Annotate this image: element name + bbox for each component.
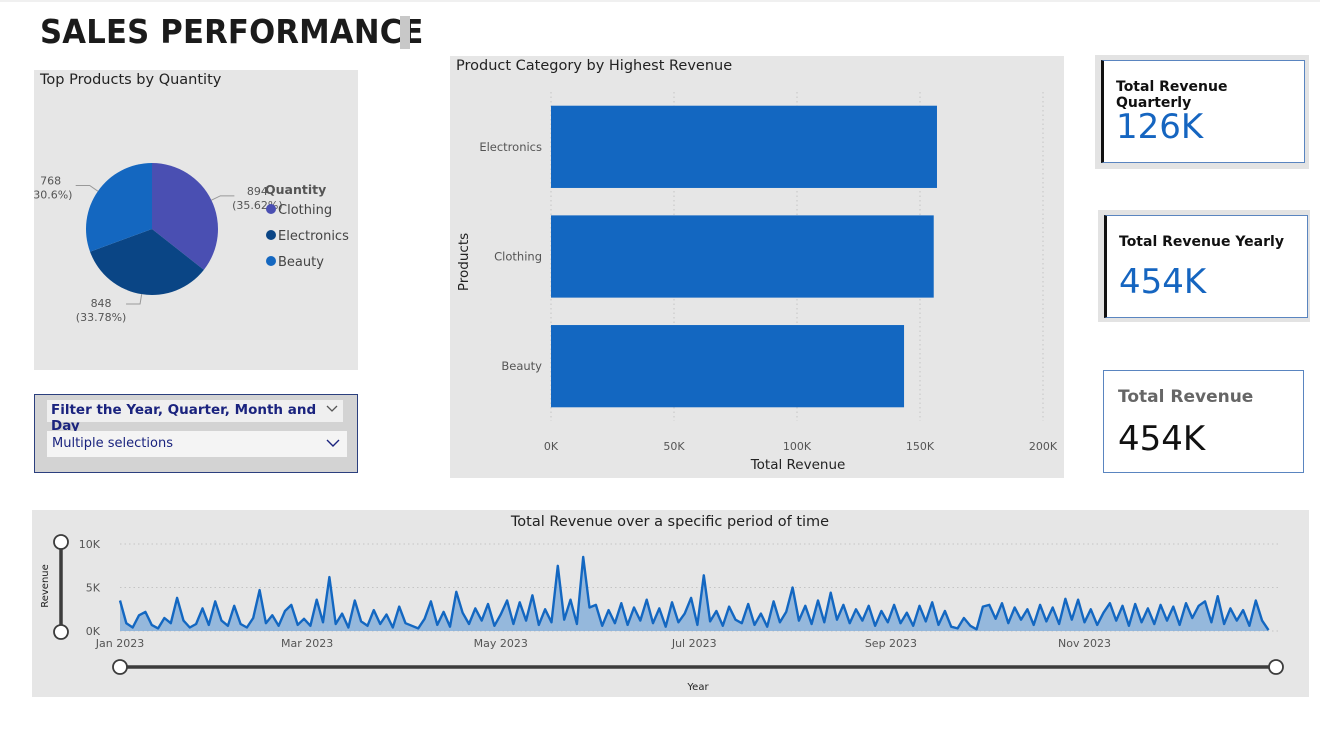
- top-border: [0, 0, 1320, 2]
- bar-beauty[interactable]: [551, 325, 905, 408]
- line-x-tick-label: Sep 2023: [865, 637, 917, 650]
- x-slider-handle-right[interactable]: [1268, 659, 1284, 675]
- page-title: SALES PERFORMANCE: [40, 12, 424, 51]
- slicer-header-label: Filter the Year, Quarter, Month and Day: [51, 402, 317, 434]
- pie-leader-line: [211, 195, 235, 201]
- line-chart-title: Total Revenue over a specific period of …: [510, 514, 829, 530]
- card-value: 126K: [1116, 107, 1204, 147]
- pie-data-label-percent: (33.78%): [76, 311, 127, 324]
- line-x-tick-label: Mar 2023: [281, 637, 333, 650]
- bar-x-tick-label: 0K: [544, 440, 559, 453]
- pie-chart-panel[interactable]: Top Products by Quantity 894 (35.62%) 848(…: [34, 70, 358, 370]
- line-y-axis-label: Revenue: [40, 564, 51, 608]
- bar-x-axis-label: Total Revenue: [750, 457, 846, 473]
- bar-x-tick-label: 50K: [663, 440, 685, 453]
- line-x-tick-label: Nov 2023: [1058, 637, 1111, 650]
- legend-item-electronics[interactable]: Electronics: [278, 229, 349, 244]
- line-x-axis-label: Year: [686, 682, 709, 693]
- card-value: 454K: [1119, 262, 1207, 302]
- yearly-revenue-card[interactable]: Total Revenue Yearly 454K: [1104, 215, 1308, 318]
- title-accent-bar: [400, 16, 410, 49]
- y-slider-handle-top[interactable]: [53, 534, 69, 550]
- pie-data-label: 768: [40, 174, 61, 187]
- legend-marker: [266, 256, 276, 266]
- x-range-slider[interactable]: [112, 659, 1284, 675]
- legend-item-clothing[interactable]: Clothing: [278, 203, 332, 218]
- bar-category-label: Clothing: [494, 250, 542, 264]
- bar-category-label: Electronics: [479, 140, 542, 154]
- pie-data-label-percent: (30.6%): [34, 188, 72, 201]
- y-slider-handle-bottom[interactable]: [53, 624, 69, 640]
- date-slicer[interactable]: Filter the Year, Quarter, Month and Day …: [34, 394, 358, 473]
- chevron-down-icon[interactable]: [325, 436, 341, 454]
- line-chart: Total Revenue over a specific period of …: [40, 514, 1284, 693]
- line-chart-panel[interactable]: Total Revenue over a specific period of …: [32, 510, 1309, 697]
- quarterly-revenue-card[interactable]: Total Revenue Quarterly 126K: [1101, 60, 1305, 163]
- line-y-tick-label: 5K: [86, 582, 101, 595]
- slicer-selected-value: Multiple selections: [52, 436, 173, 451]
- pie-leader-line: [75, 184, 99, 192]
- legend-item-beauty[interactable]: Beauty: [278, 255, 324, 270]
- legend-marker: [266, 230, 276, 240]
- pie-chart: 894(35.62%)848(33.78%)768(30.6%) Quantit…: [34, 163, 349, 324]
- pie-leader-line: [126, 294, 143, 305]
- pie-data-label: 848: [91, 297, 112, 310]
- legend-marker: [266, 204, 276, 214]
- line-x-tick-label: Jul 2023: [671, 637, 717, 650]
- bar-clothing[interactable]: [551, 215, 934, 298]
- y-range-slider[interactable]: [53, 534, 69, 640]
- slicer-dropdown[interactable]: Multiple selections: [47, 431, 347, 457]
- bar-x-tick-label: 150K: [906, 440, 935, 453]
- card-label: Total Revenue Yearly: [1119, 234, 1284, 250]
- line-x-tick-label: May 2023: [474, 637, 528, 650]
- card-label: Total Revenue: [1118, 387, 1254, 407]
- pie-legend-title: Quantity: [265, 182, 326, 197]
- bar-x-tick-label: 100K: [783, 440, 812, 453]
- chevron-down-icon[interactable]: [325, 402, 339, 420]
- slicer-header[interactable]: Filter the Year, Quarter, Month and Day: [47, 400, 343, 434]
- line-x-tick-label: Jan 2023: [95, 637, 144, 650]
- bar-category-label: Beauty: [501, 359, 542, 373]
- bar-x-tick-label: 200K: [1029, 440, 1058, 453]
- total-revenue-card[interactable]: Total Revenue 454K: [1103, 370, 1304, 473]
- x-slider-handle-left[interactable]: [112, 659, 128, 675]
- bar-chart: Electronics Clothing Beauty 0K 50K 100K 150K 2…: [456, 92, 1058, 473]
- bar-y-axis-label: Products: [456, 233, 472, 291]
- bar-electronics[interactable]: [551, 105, 937, 188]
- bar-chart-panel[interactable]: Product Category by Highest Revenue Elec…: [450, 56, 1064, 478]
- card-value: 454K: [1118, 419, 1206, 459]
- line-y-tick-label: 10K: [79, 538, 101, 551]
